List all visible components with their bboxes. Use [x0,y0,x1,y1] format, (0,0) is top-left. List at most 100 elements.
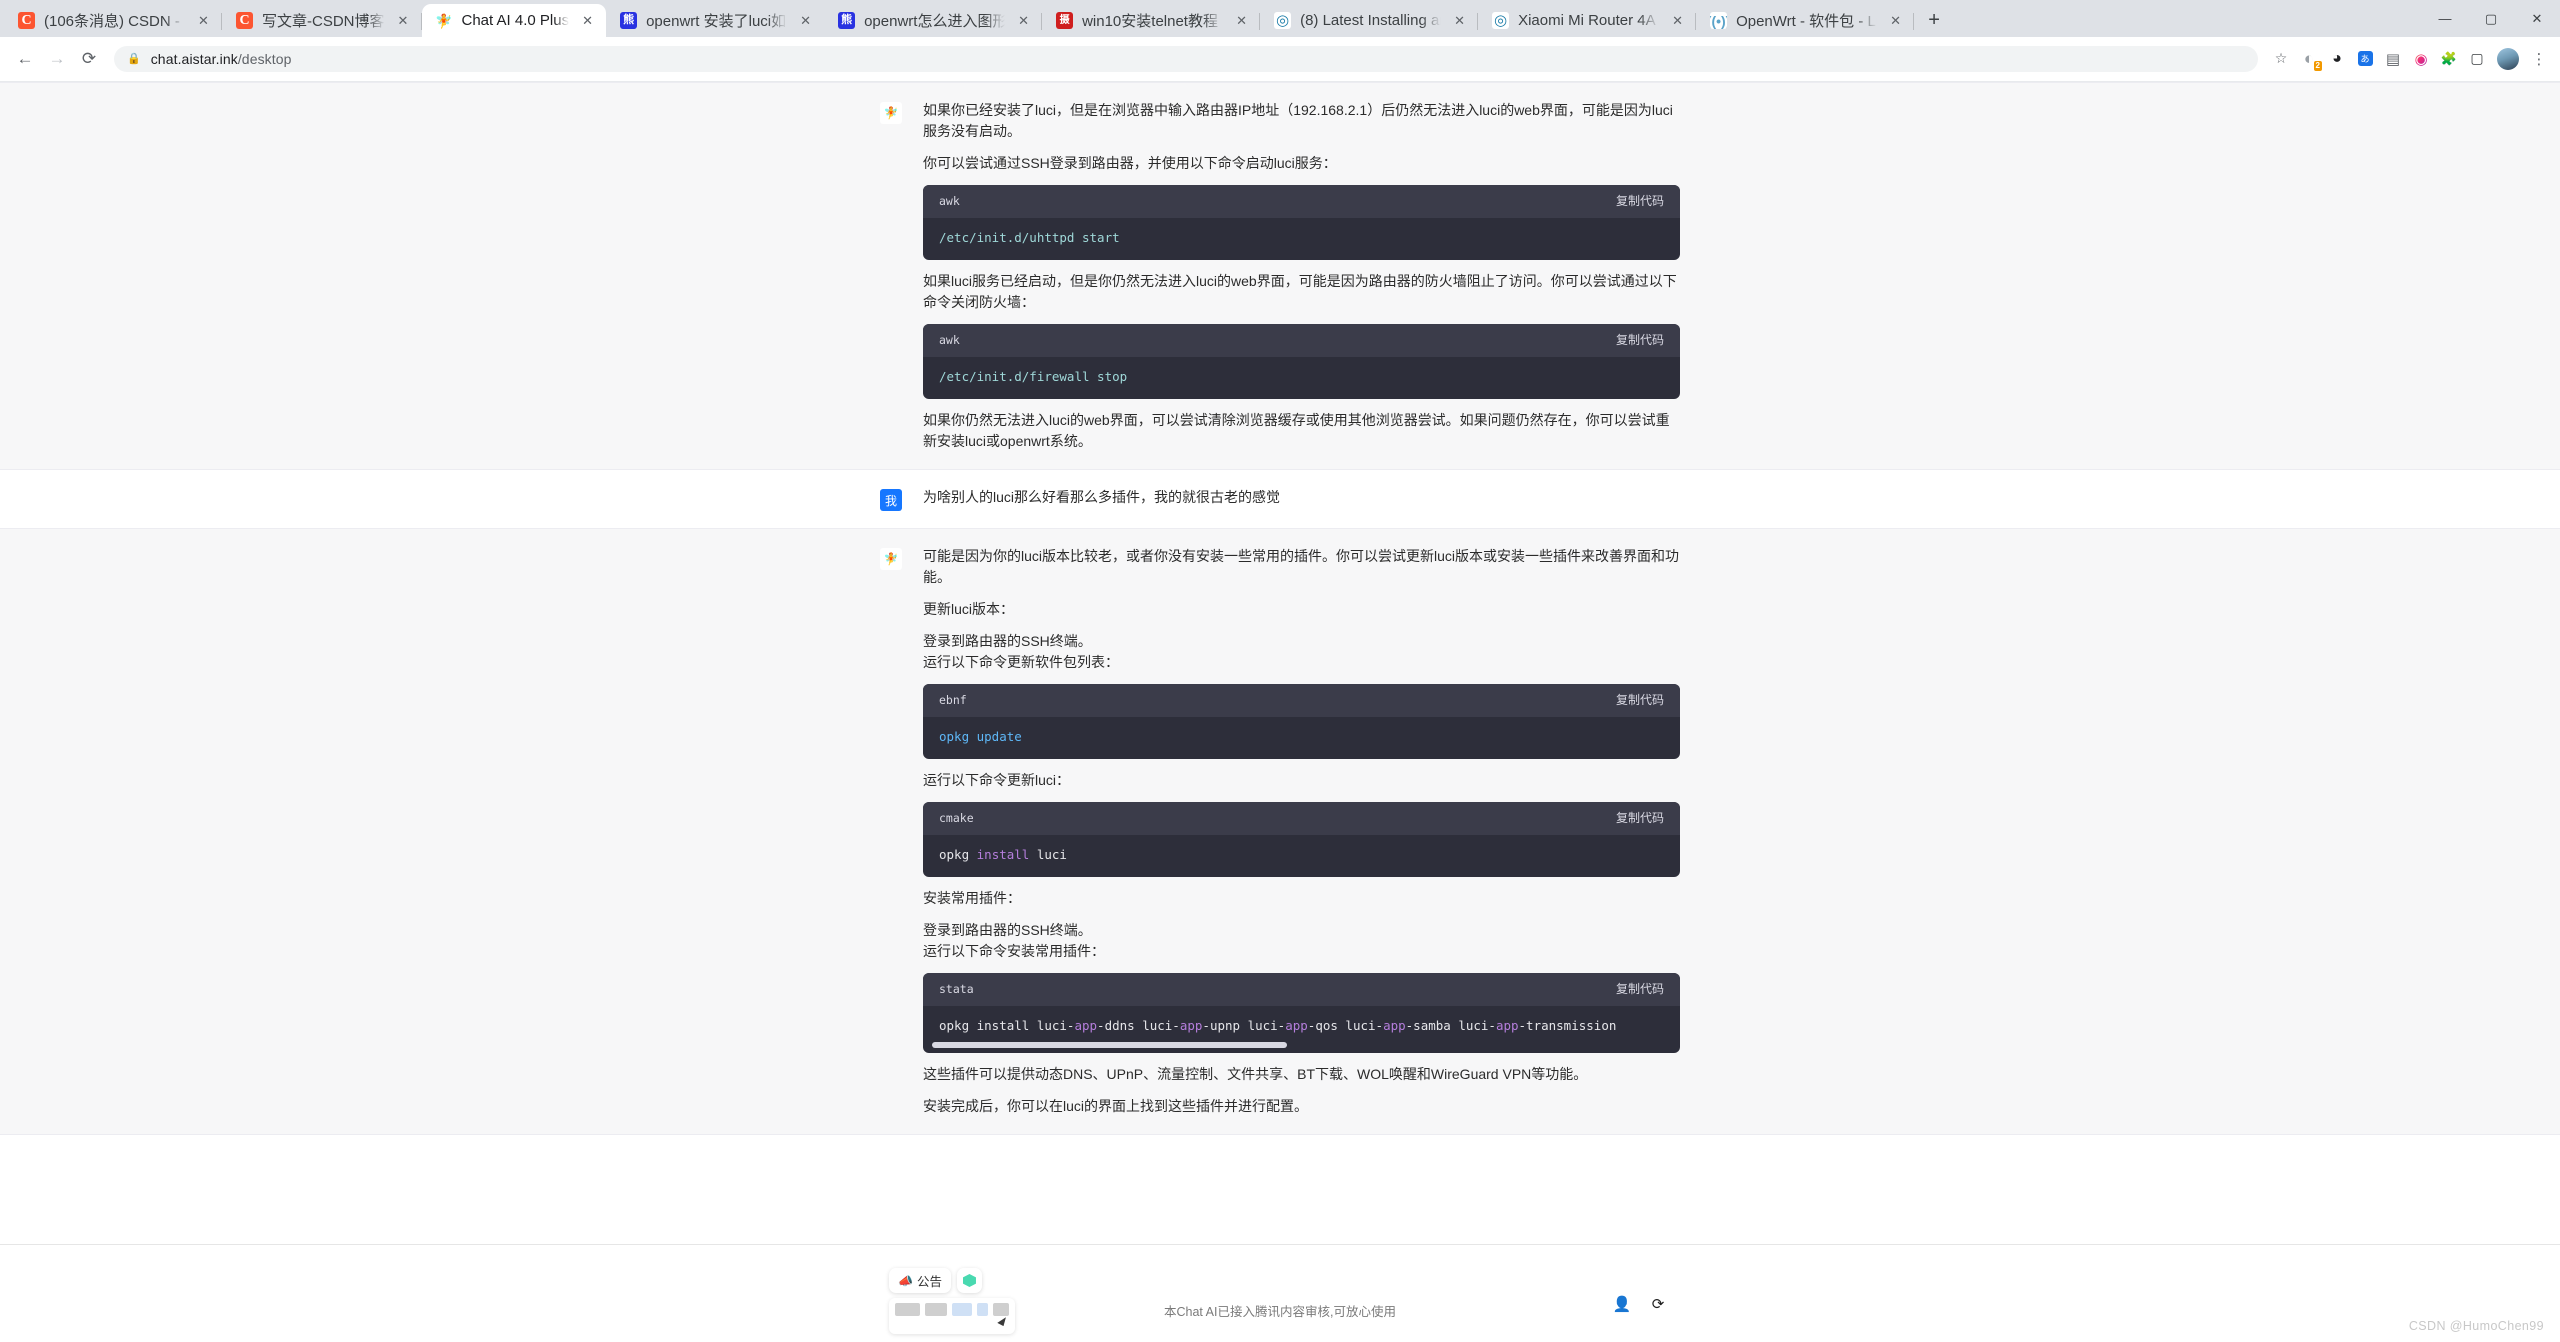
page-viewport: 🧚 如果你已经安装了luci，但是在浏览器中输入路由器IP地址（192.168.2… [0,82,2560,1342]
code-block: stata 复制代码 opkg install luci-app-ddns luci… [923,973,1680,1053]
announcement-label: 公告 [916,1275,942,1289]
message-paragraph: 运行以下命令安装常用插件： [923,943,1105,959]
assistant-avatar: 🧚 [880,548,902,570]
address-bar[interactable]: 🔒 chat.aistar.ink/desktop [114,45,2258,72]
code-block-content[interactable]: opkg install luci-app-ddns luci-app-upnp… [923,1006,1680,1053]
reload-button[interactable]: ⟳ [74,44,104,74]
minimize-button[interactable]: — [2422,3,2468,35]
code-block: cmake 复制代码 opkg install luci [923,802,1680,877]
chat-thread: 🧚 如果你已经安装了luci，但是在浏览器中输入路由器IP地址（192.168.2… [0,82,2560,1135]
tab-close-button[interactable]: ✕ [194,11,213,30]
copy-code-button[interactable]: 复制代码 [1616,191,1664,212]
message-paragraph: 登录到路由器的SSH终端。 [923,922,1092,938]
tab-close-button[interactable]: ✕ [1668,11,1687,30]
browser-tab[interactable]: 熊 openwrt怎么进入图形界面_百度 ✕ [824,4,1043,37]
url-path: /desktop [237,50,292,67]
message-paragraph: 如果luci服务已经启动，但是你仍然无法进入luci的web界面，可能是因为路由… [923,273,1677,310]
code-block-header: cmake 复制代码 [923,802,1680,835]
browser-tab[interactable]: C 写文章-CSDN博客 ✕ [222,4,422,37]
translate-glyph: あ [2357,51,2373,66]
person-icon[interactable]: 👤 [1610,1292,1634,1316]
tab-close-button[interactable]: ✕ [1886,11,1905,30]
tab-close-button[interactable]: ✕ [578,11,597,30]
browser-toolbar: ← → ⟳ 🔒 chat.aistar.ink/desktop ☆ ◐ 2 ◕ … [0,37,2560,82]
refresh-icon[interactable]: ⟳ [1646,1292,1670,1316]
tab-title: win10安装telnet教程 - 摄机帮 [1082,13,1223,30]
cube-button[interactable] [956,1268,982,1293]
code-token: app [1495,1018,1519,1033]
copy-code-button[interactable]: 复制代码 [1616,690,1664,711]
new-tab-button[interactable]: + [1920,6,1948,34]
message-paragraph: 为啥别人的luci那么好看那么多插件，我的就很古老的感觉 [923,489,1281,505]
close-window-button[interactable]: ✕ [2514,3,2560,35]
translate-icon[interactable]: あ [2352,46,2378,72]
code-language: cmake [939,811,974,825]
tab-close-button[interactable]: ✕ [1450,11,1469,30]
browser-tab[interactable]: ◎ (8) Latest Installing and Using ✕ [1260,4,1479,37]
copy-code-button[interactable]: 复制代码 [1616,979,1664,1000]
message-paragraph: 更新luci版本： [923,601,1015,617]
browser-tab[interactable]: C (106条消息) CSDN - 专业开发者 ✕ [4,4,222,37]
tab-title: Xiaomi Mi Router 4A Gigabit E [1518,12,1659,29]
code-language: stata [939,982,974,996]
browser-tab[interactable]: 🧚 Chat AI 4.0 Plus ✕ [421,4,607,37]
message-container: 🧚 可能是因为你的luci版本比较老，或者你没有安装一些常用的插件。你可以尝试更新… [880,529,1680,1134]
tab-title: 写文章-CSDN博客 [262,13,385,30]
sidepanel-icon[interactable]: ▢ [2464,46,2490,72]
message-container: 🧚 如果你已经安装了luci，但是在浏览器中输入路由器IP地址（192.168.2… [880,83,1680,469]
code-token: /etc/init.d/uhttpd start [939,230,1120,245]
tab-close-button[interactable]: ✕ [1014,11,1033,30]
code-token: app [1179,1018,1203,1033]
csdn-icon: C [18,12,35,29]
code-block-content[interactable]: /etc/init.d/uhttpd start [923,218,1680,260]
profile-avatar[interactable] [2497,47,2519,70]
forward-button[interactable]: → [42,44,72,74]
copy-code-button[interactable]: 复制代码 [1616,808,1664,829]
chat-message-assistant: 🧚 可能是因为你的luci版本比较老，或者你没有安装一些常用的插件。你可以尝试更新… [0,528,2560,1135]
bookmark-star-icon[interactable]: ☆ [2268,46,2294,72]
chrome-menu-icon[interactable]: ⋮ [2526,46,2552,72]
code-block: ebnf 复制代码 opkg update [923,684,1680,759]
tab-title: openwrt 安装了luci如何进入_百 [646,13,787,30]
composer-bar: 📣 公告 本Chat AI已接入腾讯内容审核,可放心使用 👤 ⟳ CSDN @H… [0,1244,2560,1342]
forum-icon: ◎ [1492,12,1510,29]
extension-panda-icon[interactable]: ◕ [2324,46,2350,72]
back-button[interactable]: ← [10,44,40,74]
code-block-header: ebnf 复制代码 [923,684,1680,717]
browser-tab[interactable]: 熊 openwrt 安装了luci如何进入_百 ✕ [606,4,824,37]
color-picker-icon[interactable]: ◉ [2408,46,2434,72]
browser-tab[interactable]: ((•)) OpenWrt - 软件包 - LuCI ✕ [1696,4,1915,37]
tab-close-button[interactable]: ✕ [1232,11,1251,30]
code-block-content[interactable]: /etc/init.d/firewall stop [923,357,1680,399]
browser-tab[interactable]: ◎ Xiaomi Mi Router 4A Gigabit E ✕ [1478,4,1697,37]
code-block-header: awk 复制代码 [923,324,1680,357]
composer-actions: 👤 ⟳ [1610,1292,1670,1316]
openwrt-icon: ((•)) [1710,12,1728,29]
code-token: app [1285,1018,1308,1033]
tab-title: (106条消息) CSDN - 专业开发者 [44,13,185,30]
code-block: awk 复制代码/etc/init.d/firewall stop [923,324,1680,399]
code-language: awk [939,194,960,208]
tab-close-button[interactable]: ✕ [394,11,413,30]
copy-code-button[interactable]: 复制代码 [1616,330,1664,351]
message-paragraph: 如果你仍然无法进入luci的web界面，可以尝试清除浏览器缓存或使用其他浏览器尝… [923,412,1670,449]
code-block-content[interactable]: opkg install luci [923,835,1680,877]
code-token: /etc/init.d/firewall stop [939,369,1128,384]
clipboard-icon[interactable]: ▤ [2380,46,2406,72]
sync-badge: 2 [2313,60,2322,71]
message-paragraph: 登录到路由器的SSH终端。 [923,633,1092,649]
maximize-button[interactable]: ▢ [2468,3,2514,35]
message-paragraph: 你可以尝试通过SSH登录到路由器，并使用以下命令启动luci服务： [923,155,1337,171]
tab-close-button[interactable]: ✕ [796,11,815,30]
message-paragraph: 运行以下命令更新软件包列表： [923,654,1119,670]
announcement-button[interactable]: 📣 公告 [889,1268,951,1293]
chat-ai-icon: 🧚 [435,12,453,29]
code-block-content[interactable]: opkg update [923,717,1680,759]
chat-message-user: 我 为啥别人的luci那么好看那么多插件，我的就很古老的感觉 [0,470,2560,528]
extensions-puzzle-icon[interactable]: 🧩 [2436,46,2462,72]
extension-sync-icon[interactable]: ◐ 2 [2296,46,2322,72]
tab-separator [1913,13,1915,30]
code-token: app [1383,1018,1406,1033]
browser-tab[interactable]: 摄 win10安装telnet教程 - 摄机帮 ✕ [1042,4,1261,37]
code-horizontal-scrollbar[interactable] [932,1042,1287,1048]
